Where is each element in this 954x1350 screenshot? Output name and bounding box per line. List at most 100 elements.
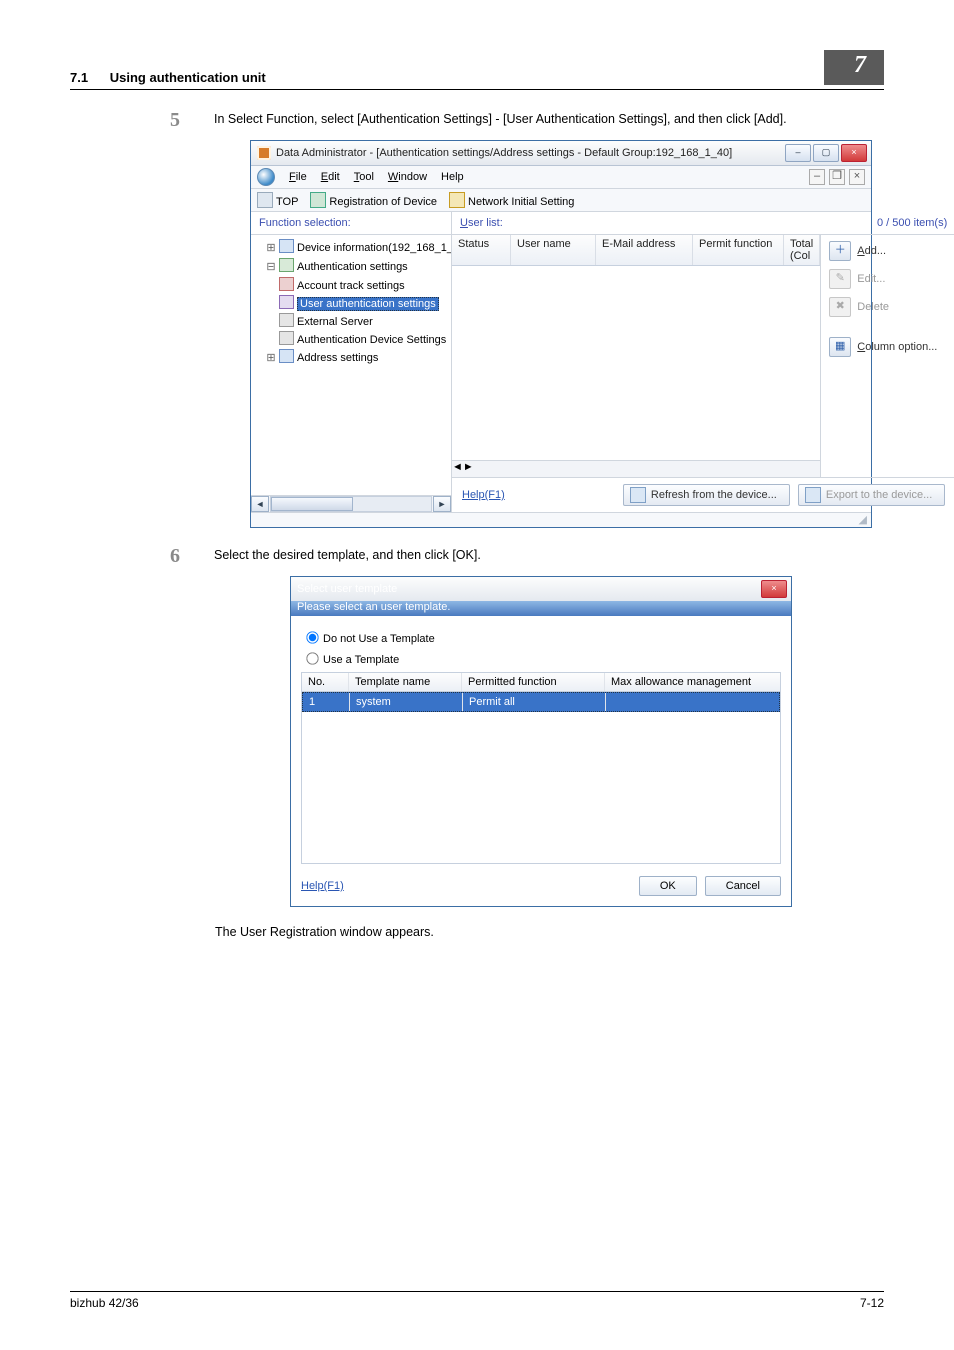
- header-rule: [70, 89, 884, 90]
- help-link[interactable]: Help(F1): [301, 880, 344, 892]
- dialog-title: Select user template: [297, 583, 761, 595]
- template-row[interactable]: 1 system Permit all: [302, 692, 780, 712]
- doc-minimize-button[interactable]: –: [809, 169, 825, 185]
- scroll-left-icon[interactable]: ◄: [452, 461, 463, 477]
- resize-grip-icon[interactable]: ◢: [859, 514, 867, 526]
- edit-button[interactable]: ✎Edit...: [829, 269, 949, 289]
- toolbar-network[interactable]: Network Initial Setting: [449, 192, 574, 208]
- edit-icon: ✎: [829, 269, 851, 289]
- titlebar: Data Administrator - [Authentication set…: [251, 141, 871, 166]
- col-no[interactable]: No.: [302, 673, 349, 691]
- user-icon: [279, 295, 294, 309]
- col-username[interactable]: User name: [511, 235, 596, 265]
- tree-device-info[interactable]: ⊞Device information(192_168_1_40): [265, 239, 451, 258]
- col-permitted[interactable]: Permitted function: [462, 673, 605, 691]
- bottom-bar: Help(F1) Refresh from the device... Expo…: [452, 477, 954, 512]
- step6-text: Select the desired template, and then cl…: [214, 546, 884, 566]
- col-email[interactable]: E-Mail address: [596, 235, 693, 265]
- account-icon: [279, 277, 294, 291]
- app-icon: [257, 146, 271, 160]
- toolbar-registration[interactable]: Registration of Device: [310, 192, 437, 208]
- chapter-badge: 7: [824, 50, 884, 85]
- tree-auth-settings[interactable]: ⊟Authentication settings Account track s…: [265, 258, 451, 349]
- column-icon: ▦: [829, 337, 851, 357]
- device-icon: [279, 239, 294, 253]
- menu-bar: File Edit Tool Window Help – ❐ ×: [251, 166, 871, 189]
- admin-window: Data Administrator - [Authentication set…: [250, 140, 872, 528]
- step5-number: 5: [170, 110, 214, 130]
- user-list-count: 0 / 500 item(s): [877, 217, 947, 229]
- menu-help[interactable]: Help: [441, 171, 464, 183]
- section-no: 7.1: [70, 70, 88, 85]
- add-button[interactable]: ＋Add...: [829, 241, 949, 261]
- radio-no-template[interactable]: Do not Use a Template: [301, 628, 781, 645]
- tree-auth-device[interactable]: Authentication Device Settings: [279, 331, 451, 349]
- delete-button[interactable]: ✖Delete: [829, 297, 949, 317]
- export-button[interactable]: Export to the device...: [798, 484, 945, 506]
- grid-h-scrollbar[interactable]: ◄ ►: [452, 460, 820, 477]
- step6-number: 6: [170, 546, 214, 566]
- refresh-button[interactable]: Refresh from the device...: [623, 484, 790, 506]
- tree-address-settings[interactable]: ⊞Address settings: [265, 349, 451, 368]
- dialog-subtitle: Please select an user template.: [297, 601, 450, 613]
- grid-header: Status User name E-Mail address Permit f…: [452, 235, 820, 266]
- select-template-dialog: Select user template × Please select an …: [290, 576, 792, 907]
- cell-no: 1: [303, 693, 350, 711]
- folder-icon: [279, 258, 294, 272]
- scroll-right-icon[interactable]: ►: [463, 461, 474, 477]
- doc-restore-button[interactable]: ❐: [829, 169, 845, 185]
- menu-edit[interactable]: Edit: [321, 171, 340, 183]
- page-footer: bizhub 42/36 7-12: [70, 1291, 884, 1310]
- refresh-icon: [630, 487, 646, 503]
- doc-close-button[interactable]: ×: [849, 169, 865, 185]
- tree-user-auth[interactable]: User authentication settings: [279, 295, 451, 313]
- template-grid: No. Template name Permitted function Max…: [301, 672, 781, 864]
- tree-account-track[interactable]: Account track settings: [279, 277, 451, 295]
- server-icon: [279, 313, 294, 327]
- result-text: The User Registration window appears.: [215, 925, 884, 939]
- col-total[interactable]: Total (Col: [784, 235, 820, 265]
- close-button[interactable]: ×: [761, 580, 787, 598]
- auth-device-icon: [279, 331, 294, 345]
- scroll-thumb[interactable]: [271, 497, 353, 511]
- menu-file[interactable]: File: [289, 171, 307, 183]
- close-button[interactable]: ×: [841, 144, 867, 162]
- col-status[interactable]: Status: [452, 235, 511, 265]
- top-icon: [257, 192, 273, 208]
- scroll-left-icon[interactable]: ◄: [251, 496, 269, 512]
- user-list-label: User list:: [460, 217, 503, 229]
- function-selection-label: Function selection:: [251, 212, 451, 235]
- tree-h-scrollbar[interactable]: ◄ ►: [251, 495, 451, 512]
- minimize-button[interactable]: –: [785, 144, 811, 162]
- column-option-button[interactable]: ▦Column option...: [829, 337, 949, 357]
- toolbar-top[interactable]: TOP: [257, 192, 298, 208]
- cancel-button[interactable]: Cancel: [705, 876, 781, 896]
- delete-icon: ✖: [829, 297, 851, 317]
- toolbar: TOP Registration of Device Network Initi…: [251, 189, 871, 212]
- grid-body: [452, 266, 820, 460]
- footer-page: 7-12: [860, 1296, 884, 1310]
- radio-use-template[interactable]: Use a Template: [301, 649, 781, 666]
- section-title: Using authentication unit: [110, 70, 266, 85]
- tree-external-server[interactable]: External Server: [279, 313, 451, 331]
- status-bar: ◢: [251, 512, 871, 527]
- col-template-name[interactable]: Template name: [349, 673, 462, 691]
- step5-text: In Select Function, select [Authenticati…: [214, 110, 884, 130]
- footer-model: bizhub 42/36: [70, 1296, 139, 1310]
- help-link[interactable]: Help(F1): [462, 489, 505, 501]
- menu-tool[interactable]: Tool: [354, 171, 374, 183]
- col-permit[interactable]: Permit function: [693, 235, 784, 265]
- maximize-button[interactable]: ▢: [813, 144, 839, 162]
- network-icon: [449, 192, 465, 208]
- cell-max: [606, 693, 779, 711]
- cell-tpl: system: [350, 693, 463, 711]
- col-max-allowance[interactable]: Max allowance management: [605, 673, 780, 691]
- add-icon: ＋: [829, 241, 851, 261]
- app-logo-icon: [257, 168, 275, 186]
- plus-icon: [310, 192, 326, 208]
- scroll-right-icon[interactable]: ►: [433, 496, 451, 512]
- export-icon: [805, 487, 821, 503]
- ok-button[interactable]: OK: [639, 876, 697, 896]
- menu-window[interactable]: Window: [388, 171, 427, 183]
- function-tree[interactable]: ⊞Device information(192_168_1_40) ⊟Authe…: [251, 235, 451, 495]
